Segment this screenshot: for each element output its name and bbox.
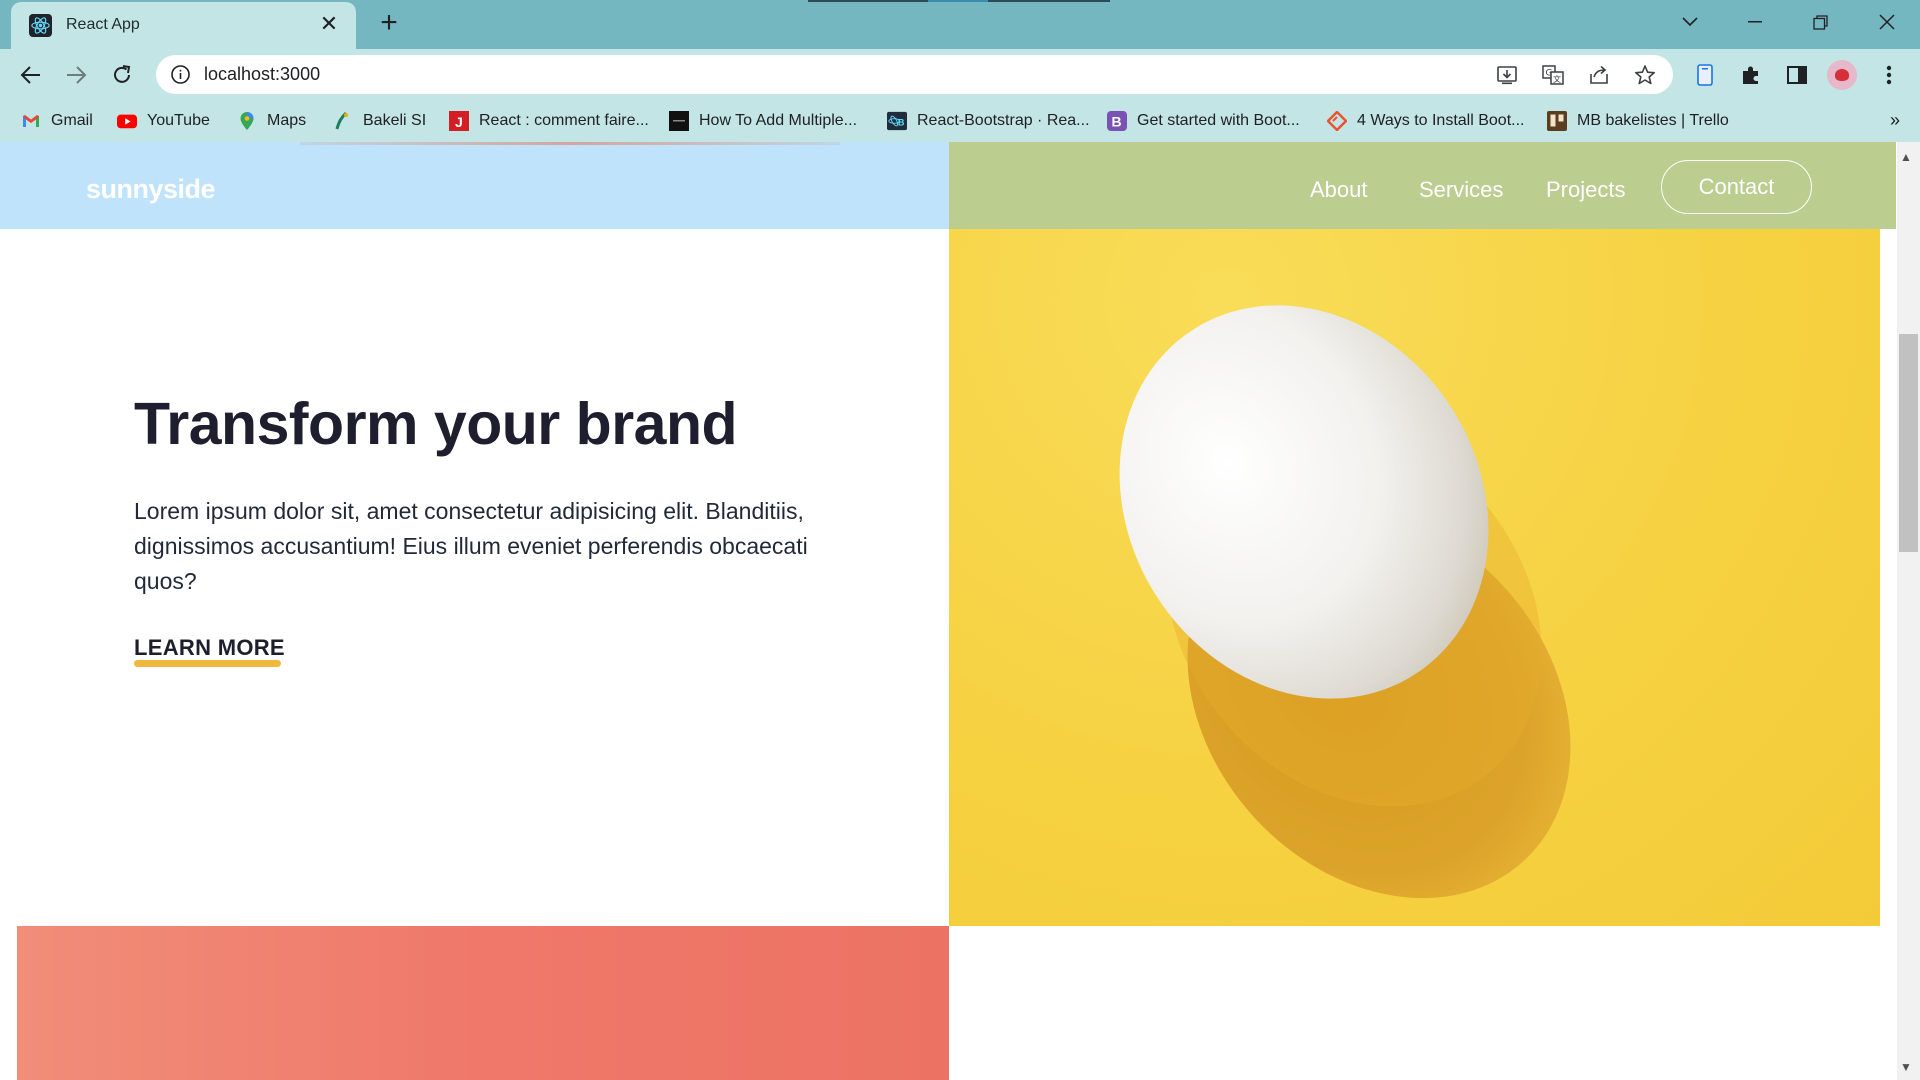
page-viewport: sunnyside About Services Projects Contac… bbox=[0, 142, 1920, 1080]
minimize-icon[interactable] bbox=[1727, 0, 1783, 44]
translate-icon[interactable]: G文 bbox=[1540, 62, 1566, 88]
share-icon[interactable] bbox=[1586, 62, 1612, 88]
scroll-up-arrow-icon[interactable]: ▲ bbox=[1900, 150, 1912, 164]
trello-icon bbox=[1547, 111, 1567, 131]
extension-tablet-icon[interactable] bbox=[1691, 61, 1719, 89]
bookmark-label: 4 Ways to Install Boot... bbox=[1357, 112, 1525, 129]
bookmark-gmail[interactable]: Gmail bbox=[21, 108, 93, 134]
maps-icon bbox=[240, 112, 254, 130]
bookmark-label: React-Bootstrap · Rea... bbox=[917, 112, 1090, 129]
hero-headline: Transform your brand bbox=[134, 391, 738, 457]
nav-services[interactable]: Services bbox=[1419, 177, 1503, 203]
reload-icon[interactable] bbox=[104, 57, 140, 93]
diamond-icon bbox=[1327, 111, 1347, 131]
bookmark-maps[interactable]: Maps bbox=[237, 108, 306, 134]
bookmark-how-to-add[interactable]: How To Add Multiple... bbox=[669, 108, 857, 134]
new-tab-icon[interactable]: + bbox=[373, 8, 405, 40]
coral-image-panel bbox=[17, 926, 949, 1080]
window-edge-line bbox=[808, 0, 1110, 2]
menu-kebab-icon[interactable] bbox=[1875, 61, 1903, 89]
close-window-icon[interactable] bbox=[1859, 0, 1915, 44]
egg-image bbox=[1119, 305, 1571, 899]
install-app-icon[interactable] bbox=[1494, 62, 1520, 88]
page-scrollbar[interactable] bbox=[1897, 142, 1920, 1080]
scroll-down-arrow-icon[interactable]: ▼ bbox=[1900, 1060, 1912, 1074]
back-icon[interactable] bbox=[13, 57, 49, 93]
bookmark-star-icon[interactable] bbox=[1632, 62, 1658, 88]
tab-react-app[interactable]: React App ✕ bbox=[11, 2, 356, 49]
bookmark-youtube[interactable]: YouTube bbox=[117, 108, 210, 134]
extensions-puzzle-icon[interactable] bbox=[1737, 61, 1765, 89]
bookmark-label: Gmail bbox=[51, 112, 93, 129]
bookmarks-bar: Gmail YouTube Maps Bakeli SI J React : c… bbox=[0, 100, 1920, 142]
close-tab-icon[interactable]: ✕ bbox=[316, 11, 342, 37]
learn-more-underline bbox=[134, 660, 281, 667]
forward-icon[interactable] bbox=[58, 57, 94, 93]
bookmark-label: Maps bbox=[267, 112, 307, 129]
bakeli-icon bbox=[335, 111, 348, 130]
bookmark-get-started-bootstrap[interactable]: B Get started with Boot... bbox=[1107, 108, 1300, 134]
bookmark-label: Bakeli SI bbox=[363, 112, 427, 129]
side-panel-icon[interactable] bbox=[1783, 61, 1811, 89]
nav-about[interactable]: About bbox=[1310, 177, 1368, 203]
header-top-strip bbox=[300, 142, 840, 145]
address-bar[interactable]: localhost:3000 G文 bbox=[156, 55, 1673, 94]
bootstrap-icon: B bbox=[1107, 111, 1127, 131]
dark-square-icon bbox=[669, 111, 689, 131]
svg-text:文: 文 bbox=[1553, 74, 1561, 84]
url-text: localhost:3000 bbox=[204, 64, 321, 84]
bookmark-bakeli[interactable]: Bakeli SI bbox=[333, 108, 426, 134]
bookmark-react-bootstrap[interactable]: B React-Bootstrap · Rea... bbox=[887, 108, 1090, 134]
bookmark-label: MB bakelistes | Trello bbox=[1577, 112, 1729, 129]
svg-text:B: B bbox=[1112, 114, 1122, 130]
bookmark-label: How To Add Multiple... bbox=[699, 112, 858, 129]
react-bootstrap-icon: B bbox=[887, 111, 907, 131]
learn-more-link[interactable]: LEARN MORE bbox=[134, 635, 285, 661]
nav-projects[interactable]: Projects bbox=[1546, 177, 1625, 203]
white-panel bbox=[949, 926, 1880, 1080]
bookmark-4-ways[interactable]: 4 Ways to Install Boot... bbox=[1327, 108, 1524, 134]
svg-text:J: J bbox=[455, 114, 463, 130]
bookmark-react-comment[interactable]: J React : comment faire... bbox=[449, 108, 649, 134]
bookmark-label: React : comment faire... bbox=[479, 112, 649, 129]
scrollbar-thumb[interactable] bbox=[1899, 334, 1918, 552]
youtube-icon bbox=[117, 114, 137, 129]
site-logo[interactable]: sunnyside bbox=[86, 174, 216, 205]
gmail-icon bbox=[23, 115, 39, 127]
react-icon bbox=[29, 14, 52, 37]
browser-window: React App ✕ + localhost:3000 G 文 Gmail Y… bbox=[0, 0, 1920, 1080]
j-icon: J bbox=[449, 111, 469, 131]
bookmark-label: Get started with Boot... bbox=[1137, 112, 1300, 129]
browser-toolbar: localhost:3000 G文 bbox=[0, 49, 1920, 100]
site-info-icon[interactable] bbox=[170, 64, 191, 85]
tab-title: React App bbox=[66, 16, 140, 33]
tab-search-icon[interactable] bbox=[1662, 0, 1718, 44]
page-left-edge bbox=[0, 926, 17, 1080]
bookmark-trello[interactable]: MB bakelistes | Trello bbox=[1547, 108, 1729, 134]
tab-strip: React App ✕ + bbox=[0, 0, 1920, 49]
profile-avatar[interactable] bbox=[1827, 60, 1857, 90]
contact-button[interactable]: Contact bbox=[1661, 160, 1812, 214]
restore-icon[interactable] bbox=[1792, 0, 1848, 44]
svg-text:B: B bbox=[898, 118, 905, 128]
more-bookmarks-icon[interactable]: » bbox=[1890, 110, 1900, 131]
hero-body-text: Lorem ipsum dolor sit, amet consectetur … bbox=[134, 498, 808, 594]
bookmark-label: YouTube bbox=[147, 112, 210, 129]
